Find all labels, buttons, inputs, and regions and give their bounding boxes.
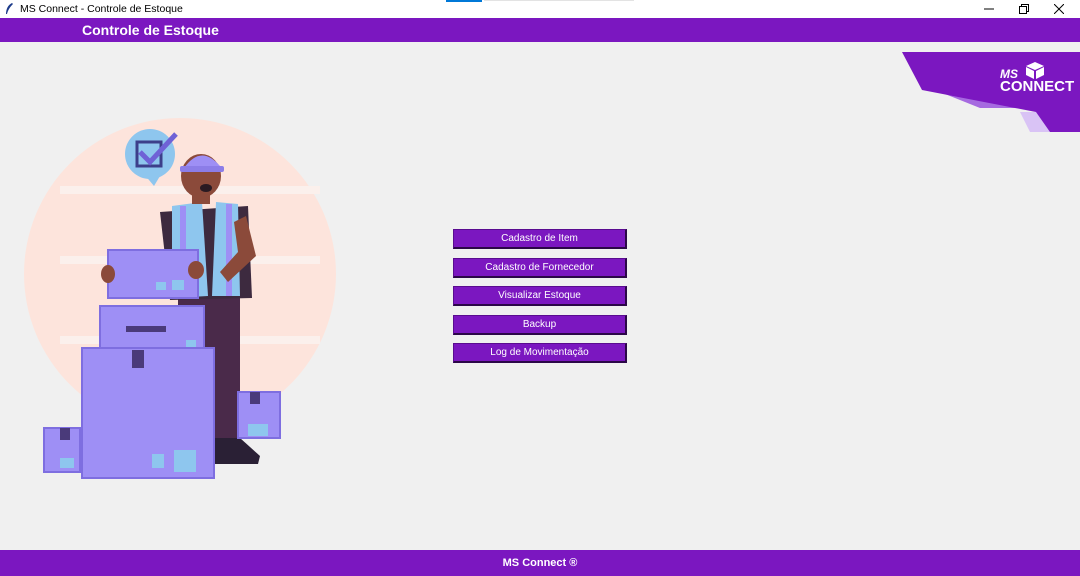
box-label [248,424,268,436]
hard-hat-brim [180,166,224,172]
backup-button[interactable]: Backup [453,315,627,335]
footer-text: MS Connect ® [502,557,578,569]
ms-connect-logo: MS CONNECT [902,52,1080,132]
cadastro-fornecedor-button[interactable]: Cadastro de Fornecedor [453,258,627,278]
box-label [172,280,184,290]
box-label [174,450,196,472]
feather-icon [6,3,13,14]
worker-hand [188,261,204,279]
window-title-bar: MS Connect - Controle de Estoque [0,0,1080,18]
box-label [60,458,74,468]
vest-stripe [226,204,232,296]
logo-text-connect: CONNECT [1000,78,1074,95]
box-tape [250,392,260,404]
visualizar-estoque-button[interactable]: Visualizar Estoque [453,286,627,306]
page-title: Controle de Estoque [82,22,219,38]
box-label [152,454,164,468]
box-tape [132,350,144,368]
worker-hand [101,265,115,283]
warehouse-worker-illustration [24,118,336,479]
window-title: MS Connect - Controle de Estoque [20,3,183,15]
box-label [156,282,166,290]
close-icon [1054,4,1064,14]
carried-box [107,249,199,299]
box-tape [60,428,70,440]
titlebar-accent [446,0,482,2]
worker-shoe [210,438,260,464]
minimize-icon [984,8,994,10]
app-header: Controle de Estoque [0,18,1080,42]
box-handle [126,326,166,332]
titlebar-divider [484,0,634,1]
app-footer: MS Connect ® [0,550,1080,576]
box-label [186,340,196,348]
restore-icon [1019,4,1029,14]
cadastro-item-button[interactable]: Cadastro de Item [453,229,627,249]
log-movimentacao-button[interactable]: Log de Movimentação [453,343,627,363]
close-button[interactable] [1036,0,1080,18]
worker-mouth [200,184,212,192]
